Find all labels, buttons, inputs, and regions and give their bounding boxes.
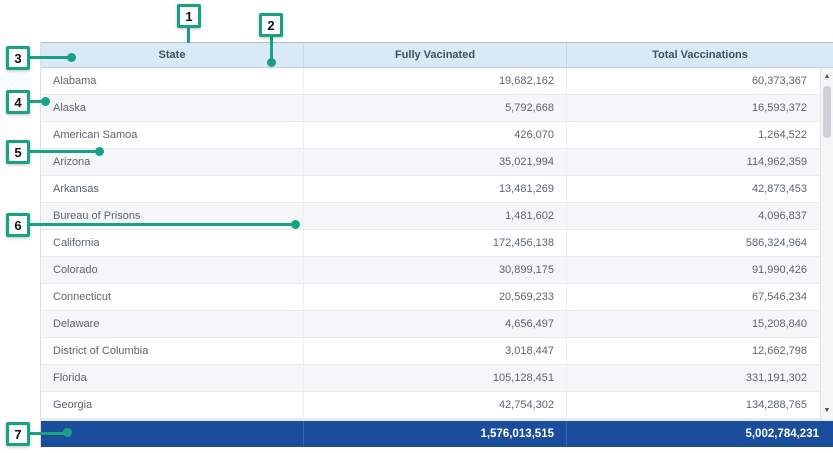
annotation-line: [30, 223, 294, 226]
cell-state: American Samoa: [41, 122, 303, 148]
cell-total-vaccinations: 91,990,426: [566, 257, 833, 283]
annotation-marker-2: 2: [259, 13, 283, 37]
cell-fully-vaccinated: 105,128,451: [303, 365, 566, 391]
table-row[interactable]: Arkansas 13,481,269 42,873,453: [41, 176, 833, 203]
annotation-line: [30, 432, 66, 435]
annotation-dot: [267, 58, 276, 67]
cell-fully-vaccinated: 172,456,138: [303, 230, 566, 256]
table-row[interactable]: Alaska 5,792,668 16,593,372: [41, 95, 833, 122]
annotation-line: [30, 56, 70, 59]
table-total-row: 1,576,013,515 5,002,784,231: [41, 419, 833, 447]
annotation-line: [270, 37, 273, 60]
cell-state: Florida: [41, 365, 303, 391]
cell-total-vaccinations: 60,373,367: [566, 68, 833, 94]
column-header-total-vaccinations[interactable]: Total Vaccinations: [566, 43, 833, 67]
annotation-marker-5: 5: [6, 140, 30, 164]
vaccinations-table: State Fully Vacinated Total Vaccinations…: [40, 42, 833, 447]
cell-fully-vaccinated: 3,018,447: [303, 338, 566, 364]
cell-total-vaccinations: 586,324,964: [566, 230, 833, 256]
cell-total-vaccinations: 16,593,372: [566, 95, 833, 121]
cell-total-vaccinations: 1,264,522: [566, 122, 833, 148]
annotation-dot: [63, 428, 72, 437]
annotation-marker-1: 1: [177, 4, 201, 28]
total-fully-vaccinated: 1,576,013,515: [303, 421, 566, 447]
vertical-scrollbar[interactable]: ▲ ▼: [820, 68, 833, 419]
scrollbar-thumb[interactable]: [823, 86, 831, 138]
cell-total-vaccinations: 4,096,837: [566, 203, 833, 229]
table-row[interactable]: California 172,456,138 586,324,964: [41, 230, 833, 257]
cell-state: Connecticut: [41, 284, 303, 310]
annotated-vaccination-table-screenshot: State Fully Vacinated Total Vaccinations…: [0, 0, 833, 453]
total-row-state-cell: [41, 421, 303, 447]
table-row[interactable]: District of Columbia 3,018,447 12,662,79…: [41, 338, 833, 365]
table-row[interactable]: Florida 105,128,451 331,191,302: [41, 365, 833, 392]
table-row[interactable]: Colorado 30,899,175 91,990,426: [41, 257, 833, 284]
table-header-row: State Fully Vacinated Total Vaccinations: [41, 42, 833, 68]
annotation-dot: [291, 220, 300, 229]
table-row[interactable]: American Samoa 426,070 1,264,522: [41, 122, 833, 149]
cell-fully-vaccinated: 20,569,233: [303, 284, 566, 310]
cell-total-vaccinations: 15,208,840: [566, 311, 833, 337]
cell-fully-vaccinated: 35,021,994: [303, 149, 566, 175]
table-row[interactable]: Alabama 19,682,162 60,373,367: [41, 68, 833, 95]
cell-state: District of Columbia: [41, 338, 303, 364]
annotation-marker-7: 7: [6, 422, 30, 446]
cell-fully-vaccinated: 19,682,162: [303, 68, 566, 94]
cell-fully-vaccinated: 1,481,602: [303, 203, 566, 229]
cell-fully-vaccinated: 4,656,497: [303, 311, 566, 337]
cell-state: Alabama: [41, 68, 303, 94]
cell-state: Alaska: [41, 95, 303, 121]
cell-total-vaccinations: 134,288,765: [566, 392, 833, 418]
table-row[interactable]: Georgia 42,754,302 134,288,765: [41, 392, 833, 419]
cell-total-vaccinations: 331,191,302: [566, 365, 833, 391]
cell-total-vaccinations: 114,962,359: [566, 149, 833, 175]
cell-total-vaccinations: 12,662,798: [566, 338, 833, 364]
cell-state: California: [41, 230, 303, 256]
cell-total-vaccinations: 67,546,234: [566, 284, 833, 310]
cell-fully-vaccinated: 5,792,668: [303, 95, 566, 121]
column-header-fully-vaccinated[interactable]: Fully Vacinated: [303, 43, 566, 67]
annotation-line: [187, 28, 190, 43]
cell-fully-vaccinated: 426,070: [303, 122, 566, 148]
scroll-down-icon[interactable]: ▼: [821, 404, 833, 417]
cell-fully-vaccinated: 30,899,175: [303, 257, 566, 283]
table-row[interactable]: Delaware 4,656,497 15,208,840: [41, 311, 833, 338]
cell-state: Delaware: [41, 311, 303, 337]
cell-state: Georgia: [41, 392, 303, 418]
table-row[interactable]: Connecticut 20,569,233 67,546,234: [41, 284, 833, 311]
annotation-marker-3: 3: [6, 46, 30, 70]
annotation-dot: [41, 97, 50, 106]
scroll-up-icon[interactable]: ▲: [821, 70, 833, 83]
table-row[interactable]: Arizona 35,021,994 114,962,359: [41, 149, 833, 176]
table-body: Alabama 19,682,162 60,373,367 Alaska 5,7…: [41, 68, 833, 419]
cell-fully-vaccinated: 42,754,302: [303, 392, 566, 418]
cell-state: Colorado: [41, 257, 303, 283]
annotation-line: [30, 150, 98, 153]
total-total-vaccinations: 5,002,784,231: [566, 421, 833, 447]
annotation-marker-4: 4: [6, 90, 30, 114]
column-header-state[interactable]: State: [41, 43, 303, 67]
annotation-marker-6: 6: [6, 213, 30, 237]
annotation-dot: [95, 147, 104, 156]
cell-state: Arkansas: [41, 176, 303, 202]
cell-total-vaccinations: 42,873,453: [566, 176, 833, 202]
cell-fully-vaccinated: 13,481,269: [303, 176, 566, 202]
annotation-dot: [67, 53, 76, 62]
